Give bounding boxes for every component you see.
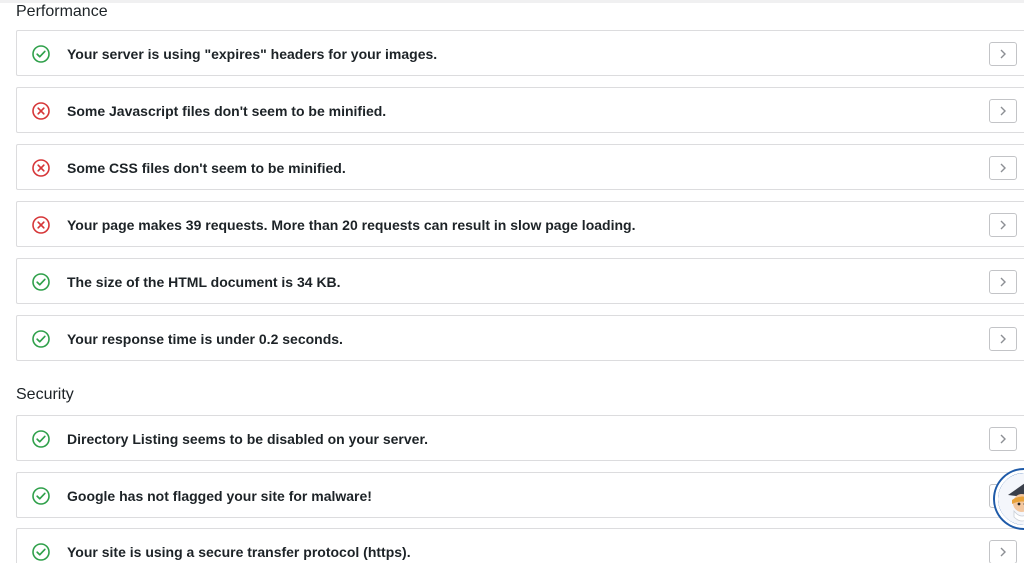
check-row[interactable]: Google has not flagged your site for mal… [16,472,1024,518]
expand-button[interactable] [989,99,1017,123]
check-row-text: The size of the HTML document is 34 KB. [67,274,341,290]
check-row[interactable]: Your response time is under 0.2 seconds. [16,315,1024,361]
check-row-text: Directory Listing seems to be disabled o… [67,431,429,447]
expand-button[interactable] [989,213,1017,237]
expand-button[interactable] [989,540,1017,563]
check-row-text: Your response time is under 0.2 seconds. [67,331,343,347]
check-circle-icon [32,273,50,291]
check-row[interactable]: Your site is using a secure transfer pro… [16,528,1024,563]
check-circle-icon [32,543,50,561]
check-row[interactable]: Directory Listing seems to be disabled o… [16,415,1024,461]
section-title-security: Security [16,386,74,403]
x-circle-icon [32,159,50,177]
expand-button[interactable] [989,42,1017,66]
expand-button[interactable] [989,427,1017,451]
chevron-right-icon [1000,220,1006,230]
check-row[interactable]: The size of the HTML document is 34 KB. [16,258,1024,304]
check-row-text: Your site is using a secure transfer pro… [67,544,411,560]
chevron-right-icon [1000,334,1006,344]
chevron-right-icon [1000,163,1006,173]
chevron-right-icon [1000,49,1006,59]
chevron-right-icon [1000,434,1006,444]
check-row[interactable]: Your page makes 39 requests. More than 2… [16,201,1024,247]
check-row[interactable]: Some Javascript files don't seem to be m… [16,87,1024,133]
check-row[interactable]: Some CSS files don't seem to be minified… [16,144,1024,190]
seo-checks-page: Performance Your server is using "expire… [0,0,1024,563]
x-circle-icon [32,102,50,120]
chevron-right-icon [1000,547,1006,557]
chevron-right-icon [1000,277,1006,287]
check-row-text: Some CSS files don't seem to be minified… [67,160,346,176]
check-circle-icon [32,45,50,63]
section-title-performance: Performance [16,3,108,20]
check-row[interactable]: Your server is using "expires" headers f… [16,30,1024,76]
check-row-text: Some Javascript files don't seem to be m… [67,103,387,119]
check-row-text: Google has not flagged your site for mal… [67,488,372,504]
check-row-text: Your server is using "expires" headers f… [67,46,438,62]
expand-button[interactable] [989,270,1017,294]
check-circle-icon [32,487,50,505]
x-circle-icon [32,216,50,234]
expand-button[interactable] [989,156,1017,180]
top-divider [0,0,1024,3]
expand-button[interactable] [989,327,1017,351]
check-circle-icon [32,330,50,348]
check-circle-icon [32,430,50,448]
chevron-right-icon [1000,106,1006,116]
check-row-text: Your page makes 39 requests. More than 2… [67,217,636,233]
wizard-avatar-icon [998,473,1024,525]
